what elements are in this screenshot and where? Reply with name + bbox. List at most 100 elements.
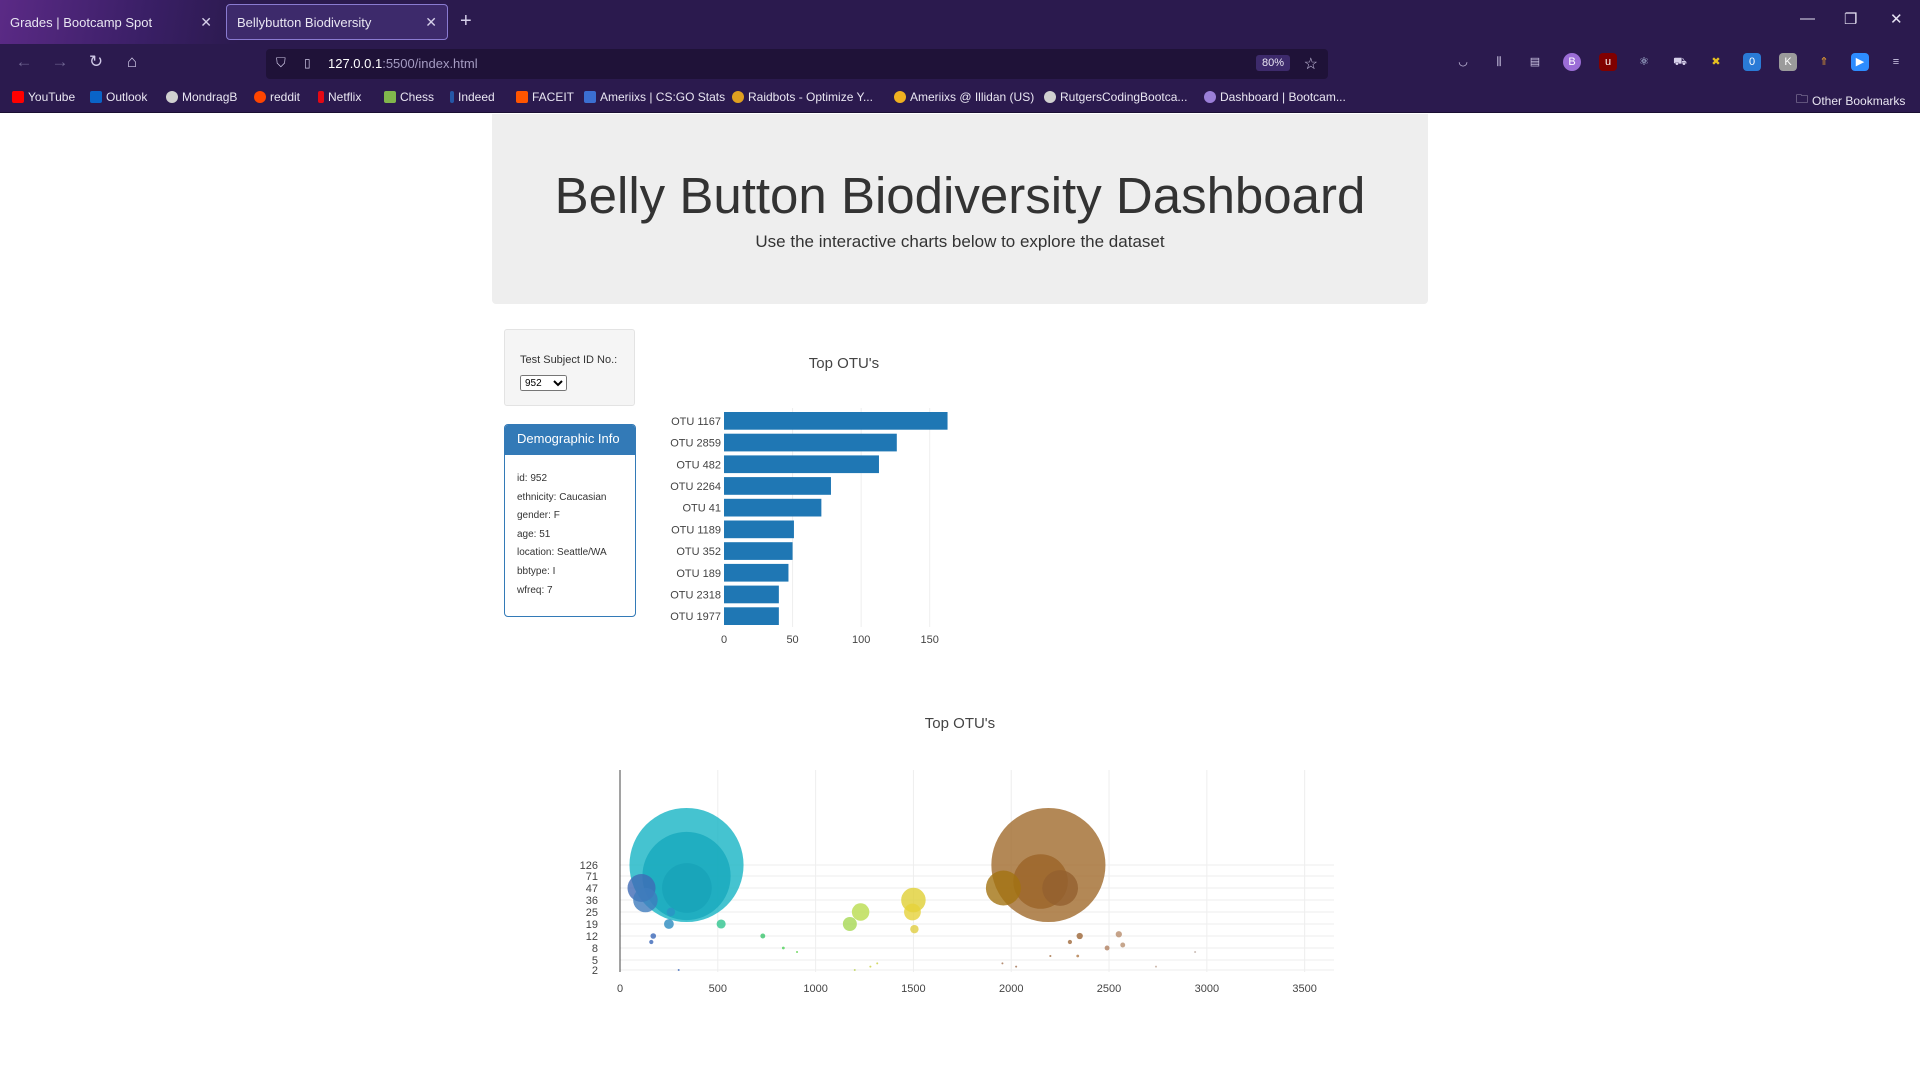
bubble[interactable] bbox=[633, 887, 658, 913]
shield-icon[interactable]: ⛉ bbox=[276, 55, 286, 71]
extension-x-icon[interactable]: ✖ bbox=[1707, 53, 1725, 71]
bubble[interactable] bbox=[904, 903, 921, 921]
tab-bellybutton[interactable]: Bellybutton Biodiversity ✕ bbox=[226, 4, 448, 40]
bookmark-label: Ameriixs | CS:GO Stats bbox=[600, 90, 726, 104]
bookmark-label: Outlook bbox=[106, 90, 148, 104]
bookmark-rutgers[interactable]: RutgersCodingBootca... bbox=[1044, 90, 1187, 104]
bookmark-dashboard[interactable]: Dashboard | Bootcam... bbox=[1204, 90, 1346, 104]
bookmark-reddit[interactable]: reddit bbox=[254, 90, 300, 104]
otu-bubble-chart[interactable]: Top OTU's 0 500 1000 1500 2000 2500 3000 3500 25 8… bbox=[530, 700, 1370, 1010]
restore-icon[interactable]: ❐ bbox=[1844, 10, 1857, 28]
bookmark-indeed[interactable]: Indeed bbox=[450, 90, 495, 104]
subject-id-dropdown[interactable]: 952 bbox=[520, 375, 567, 391]
bubble[interactable] bbox=[869, 965, 872, 968]
bubble[interactable] bbox=[985, 870, 1021, 906]
bar-x-tick-label: 0 bbox=[721, 634, 727, 646]
bookmark-label: Dashboard | Bootcam... bbox=[1220, 90, 1346, 104]
bubble[interactable] bbox=[1104, 945, 1110, 951]
bubble[interactable] bbox=[1076, 954, 1080, 958]
reload-icon[interactable]: ↻ bbox=[84, 52, 108, 72]
reader-view-icon[interactable]: ▤ bbox=[1526, 53, 1544, 71]
bubble[interactable] bbox=[760, 933, 766, 939]
bubble[interactable] bbox=[649, 939, 654, 945]
bubble[interactable] bbox=[1120, 942, 1126, 948]
bubble[interactable] bbox=[1049, 954, 1052, 958]
bubble[interactable] bbox=[716, 919, 726, 929]
bookmark-youtube[interactable]: YouTube bbox=[12, 90, 75, 104]
zoom-level-badge[interactable]: 80% bbox=[1255, 55, 1290, 71]
bookmark-star-icon[interactable]: ☆ bbox=[1304, 54, 1318, 74]
bubble[interactable] bbox=[853, 969, 856, 971]
bookmark-label: YouTube bbox=[28, 90, 76, 104]
bookmark-chess[interactable]: Chess bbox=[384, 90, 434, 104]
bookmark-outlook[interactable]: Outlook bbox=[90, 90, 147, 104]
forward-arrow-icon[interactable]: → bbox=[48, 52, 72, 72]
bubble[interactable] bbox=[677, 969, 680, 971]
bar-y-tick-label: OTU 1189 bbox=[671, 524, 721, 536]
bubble[interactable] bbox=[910, 924, 919, 934]
address-bar[interactable]: ⛉ ▯ 127.0.0.1:5500/index.html 80% ☆ bbox=[266, 49, 1328, 79]
bookmark-csgo-stats[interactable]: Ameriixs | CS:GO Stats bbox=[584, 90, 725, 104]
bubble[interactable] bbox=[1115, 931, 1122, 938]
zoom-app-icon[interactable]: ▶ bbox=[1851, 53, 1869, 71]
tab-grades[interactable]: Grades | Bootcamp Spot ✕ bbox=[0, 4, 222, 40]
bubble[interactable] bbox=[666, 907, 676, 917]
library-icon[interactable]: ⫼ bbox=[1490, 53, 1508, 71]
bar[interactable] bbox=[724, 433, 897, 452]
tab-close-icon[interactable]: ✕ bbox=[200, 14, 212, 31]
react-devtools-icon[interactable]: ⚛ bbox=[1635, 53, 1653, 71]
extension-car-icon[interactable]: ⛟ bbox=[1671, 53, 1689, 71]
bar[interactable] bbox=[724, 563, 789, 582]
bubble[interactable] bbox=[1042, 870, 1078, 906]
tab-close-icon[interactable]: ✕ bbox=[425, 14, 437, 31]
bubble[interactable] bbox=[795, 950, 799, 954]
bar[interactable] bbox=[724, 542, 793, 560]
bubble-y-tick-label: 25 bbox=[586, 907, 598, 919]
bubble-y-tick-label: 47 bbox=[586, 883, 598, 895]
bubble[interactable] bbox=[664, 919, 674, 929]
bar[interactable] bbox=[724, 585, 779, 604]
bar[interactable] bbox=[724, 520, 794, 539]
new-tab-plus-icon[interactable]: + bbox=[460, 10, 472, 33]
bar[interactable] bbox=[724, 607, 779, 625]
bar[interactable] bbox=[724, 455, 879, 474]
bubble[interactable] bbox=[1001, 962, 1004, 965]
bookmark-netflix[interactable]: Netflix bbox=[318, 90, 361, 104]
extension-b-icon[interactable]: B bbox=[1563, 53, 1581, 71]
bookmark-illidan[interactable]: Ameriixs @ Illidan (US) bbox=[894, 90, 1034, 104]
notifications-icon[interactable]: 0 bbox=[1743, 53, 1761, 71]
bar[interactable] bbox=[724, 498, 822, 517]
bookmark-raidbots[interactable]: Raidbots - Optimize Y... bbox=[732, 90, 873, 104]
bubble[interactable] bbox=[876, 962, 879, 965]
extension-arrows-icon[interactable]: ⇑ bbox=[1815, 53, 1833, 71]
bubble[interactable] bbox=[1154, 965, 1157, 968]
bar[interactable] bbox=[724, 412, 948, 430]
home-icon[interactable]: ⌂ bbox=[120, 52, 144, 72]
bubble[interactable] bbox=[842, 917, 857, 931]
bar[interactable] bbox=[724, 477, 831, 495]
extension-k-icon[interactable]: K bbox=[1779, 53, 1797, 71]
other-bookmarks[interactable]: 🗀 Other Bookmarks bbox=[1796, 90, 1905, 111]
url-text[interactable]: 127.0.0.1:5500/index.html bbox=[328, 56, 478, 71]
bookmark-faceit[interactable]: FACEIT bbox=[516, 90, 574, 104]
page-info-icon[interactable]: ▯ bbox=[304, 56, 311, 70]
top-otu-bar-chart[interactable]: Top OTU's 0 50 100 150 OTU 1167 OTU 2859 OTU 48… bbox=[650, 340, 980, 650]
back-arrow-icon[interactable]: ← bbox=[12, 52, 36, 72]
bookmark-label: reddit bbox=[270, 90, 301, 104]
pocket-icon[interactable]: ◡ bbox=[1454, 53, 1472, 71]
ublock-icon[interactable]: u bbox=[1599, 53, 1617, 71]
indeed-icon bbox=[450, 91, 454, 103]
bubble[interactable] bbox=[1076, 932, 1083, 940]
bubble[interactable] bbox=[662, 863, 712, 913]
bubble[interactable] bbox=[650, 933, 657, 939]
bubble[interactable] bbox=[1015, 965, 1018, 968]
menu-icon[interactable]: ≡ bbox=[1887, 53, 1905, 71]
bubble-x-tick-label: 3000 bbox=[1195, 983, 1219, 995]
minimize-icon[interactable]: — bbox=[1800, 10, 1815, 27]
bubble[interactable] bbox=[1194, 950, 1197, 954]
bubble[interactable] bbox=[781, 946, 785, 950]
window-close-icon[interactable]: ✕ bbox=[1890, 10, 1903, 28]
bubble[interactable] bbox=[851, 903, 870, 921]
bookmark-mondragb[interactable]: MondragB bbox=[166, 90, 237, 104]
bubble[interactable] bbox=[1067, 939, 1073, 945]
